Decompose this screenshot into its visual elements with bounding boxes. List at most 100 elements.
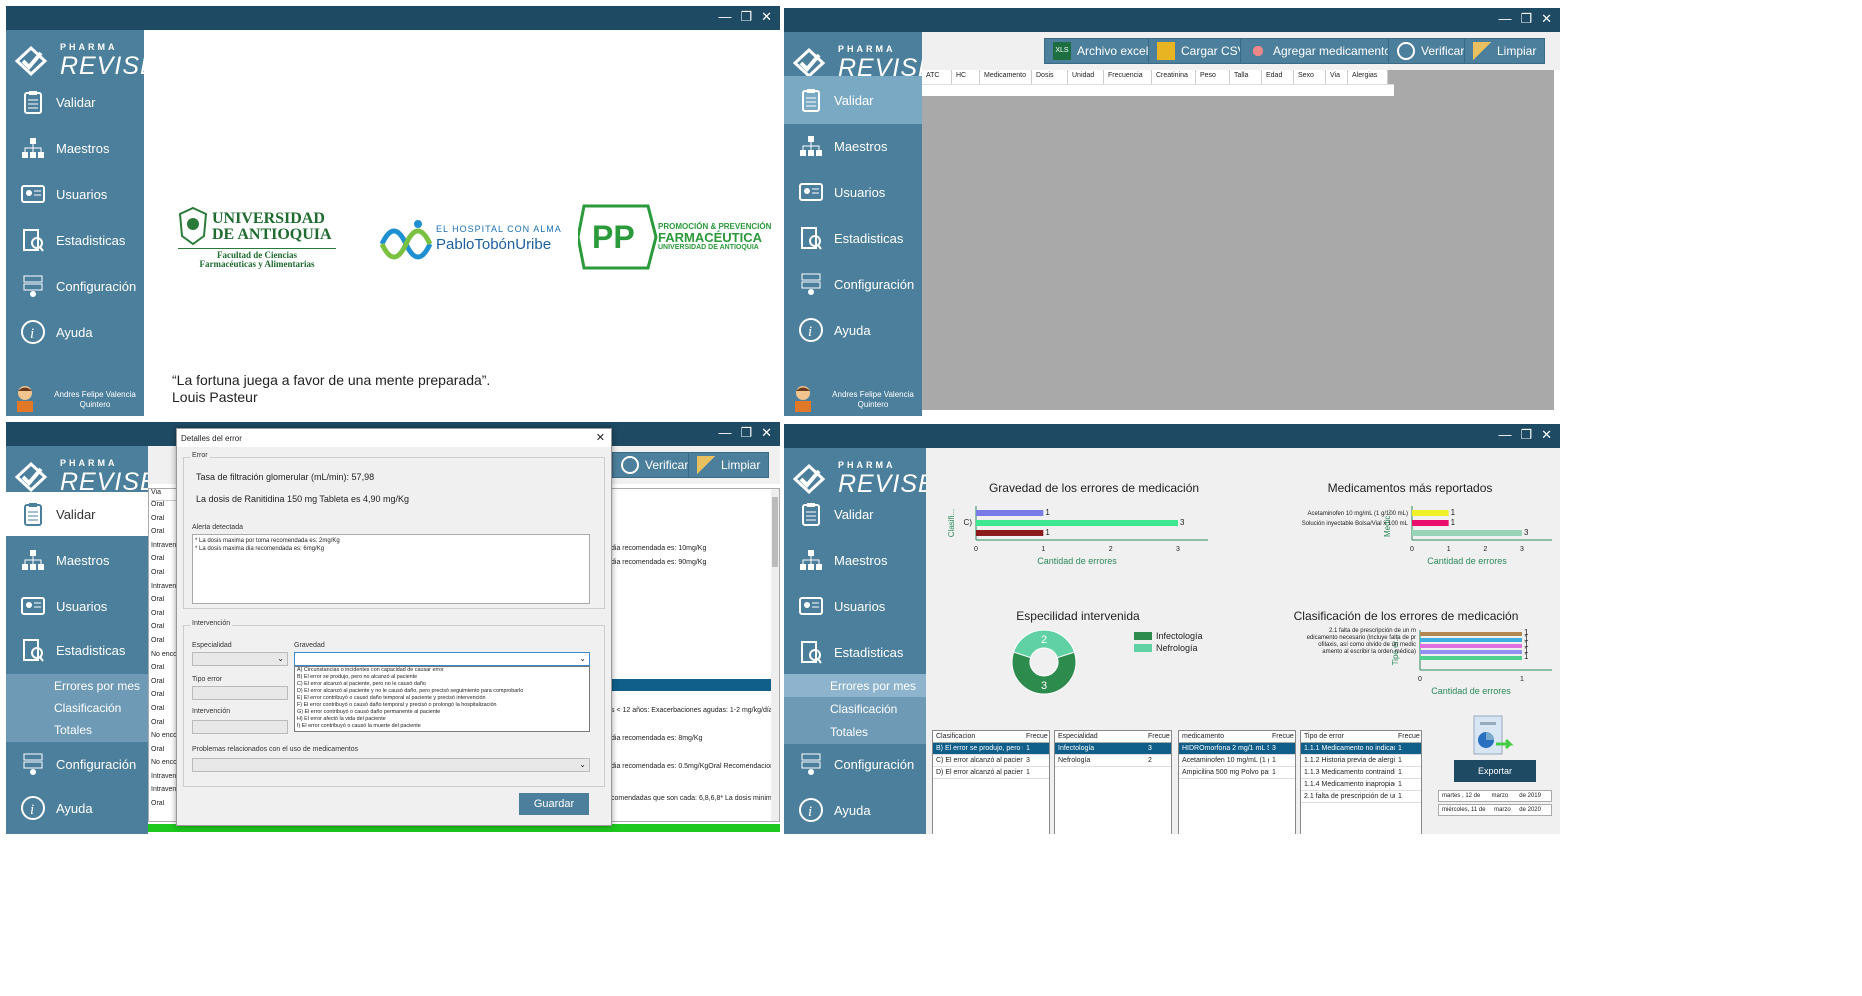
column-header[interactable]: Peso: [1196, 70, 1230, 84]
table-row[interactable]: D) El error alcanzó al paciente ...1: [933, 767, 1049, 779]
column-header[interactable]: ATC: [922, 70, 952, 84]
table-row[interactable]: Infectología 3: [1055, 743, 1171, 755]
severity-option[interactable]: C) El error alcanzó al paciente, pero no…: [297, 681, 589, 688]
date-to-picker[interactable]: miércoles, 11 de marzo de 2020: [1438, 804, 1552, 816]
table-row[interactable]: 1.1.4 Medicamento inapropiado...1: [1301, 779, 1421, 791]
stats-table[interactable]: Clasificacion Frecue B) El error se produj…: [932, 730, 1050, 834]
column-header[interactable]: Edad: [1262, 70, 1294, 84]
export-button[interactable]: Exportar: [1454, 760, 1536, 782]
minimize-icon[interactable]: —: [1498, 427, 1511, 443]
nav-validar[interactable]: Validar: [6, 492, 148, 536]
nav-maestros[interactable]: Maestros: [784, 538, 926, 582]
table-header[interactable]: Especialidad: [1055, 731, 1145, 742]
table-row[interactable]: 1.1.1 Medicamento no indicado...1: [1301, 743, 1421, 755]
alert-textarea[interactable]: * La dosis maxima por toma recomendada e…: [192, 534, 590, 604]
table-row[interactable]: C) El error alcanzó al paciente, ...3: [933, 755, 1049, 767]
nav-usuarios[interactable]: Usuarios: [784, 584, 926, 628]
column-header[interactable]: Dosis: [1032, 70, 1068, 84]
sub-errores-mes[interactable]: Errores por mes: [784, 674, 926, 698]
restore-icon[interactable]: ❐: [740, 425, 752, 441]
nav-configuracion[interactable]: Configuración: [784, 742, 926, 786]
column-header[interactable]: Medicamento: [980, 70, 1032, 84]
user-profile[interactable]: Andres Felipe Valencia Quintero: [784, 384, 922, 414]
stats-table[interactable]: Especialidad Frecue Infectología 3 Nefrologí…: [1054, 730, 1172, 834]
severity-option[interactable]: F) El error contribuyó o causó daño temp…: [297, 702, 589, 709]
table-row[interactable]: Acetaminofen 10 mg/mL (1 g/1...1: [1179, 755, 1295, 767]
stats-table[interactable]: Tipo de error Frecue 1.1.1 Medicamento no …: [1300, 730, 1422, 834]
table-row[interactable]: Ampicilina 500 mg Polvo para i...1: [1179, 767, 1295, 779]
nav-maestros[interactable]: Maestros: [6, 538, 148, 582]
nav-validar[interactable]: Validar: [784, 492, 926, 536]
close-icon[interactable]: ✕: [1541, 11, 1552, 27]
nav-ayuda[interactable]: i Ayuda: [6, 786, 148, 830]
minimize-icon[interactable]: —: [1498, 11, 1511, 27]
excel-button[interactable]: XLS Archivo excel: [1044, 38, 1158, 64]
column-header[interactable]: Via: [1326, 70, 1348, 84]
verify-button[interactable]: Verificar: [1388, 38, 1474, 64]
restore-icon[interactable]: ❐: [1520, 11, 1532, 27]
nav-estadisticas[interactable]: Estadisticas: [784, 216, 922, 260]
nav-configuracion[interactable]: Configuración: [6, 742, 148, 786]
severity-option[interactable]: H) El error afectó la vida del paciente: [297, 716, 589, 723]
sub-clasificacion[interactable]: Clasificación: [6, 696, 148, 720]
restore-icon[interactable]: ❐: [740, 9, 752, 25]
table-row[interactable]: B) El error se produjo, pero no ...1: [933, 743, 1049, 755]
severity-option[interactable]: A) Circunstancias o incidentes con capac…: [297, 667, 589, 674]
nav-usuarios[interactable]: Usuarios: [6, 584, 148, 628]
table-header[interactable]: medicamento: [1179, 731, 1269, 742]
severity-select[interactable]: ⌄: [294, 652, 590, 666]
stats-table[interactable]: medicamento Frecue HIDROmorfona 2 mg/1 mL …: [1178, 730, 1296, 834]
problems-select[interactable]: ⌄: [192, 758, 590, 772]
save-button[interactable]: Guardar: [519, 793, 589, 815]
severity-option[interactable]: E) El error contribuyó o causó daño temp…: [297, 695, 589, 702]
nav-maestros[interactable]: Maestros: [784, 124, 922, 168]
specialty-select[interactable]: ⌄: [192, 652, 288, 666]
close-icon[interactable]: ✕: [761, 9, 772, 25]
sub-errores-mes[interactable]: Errores por mes: [6, 674, 148, 698]
table-header[interactable]: Frecue: [1395, 731, 1421, 742]
error-type-field[interactable]: [192, 686, 288, 700]
column-header[interactable]: Creatinina: [1152, 70, 1196, 84]
severity-option[interactable]: G) El error contribuyó o causó daño perm…: [297, 709, 589, 716]
severity-option[interactable]: I) El error contribuyó o causó la muerte…: [297, 723, 589, 730]
severity-option[interactable]: B) El error se produjo, pero no alcanzó …: [297, 674, 589, 681]
column-header[interactable]: Sexo: [1294, 70, 1326, 84]
close-icon[interactable]: ✕: [1541, 427, 1552, 443]
nav-estadisticas[interactable]: Estadisticas: [784, 630, 926, 674]
close-icon[interactable]: ✕: [596, 431, 605, 444]
scrollbar[interactable]: [771, 489, 779, 821]
csv-button[interactable]: Cargar CSV: [1148, 38, 1255, 64]
nav-configuracion[interactable]: Configuración: [6, 264, 144, 308]
verify-button[interactable]: Verificar: [612, 452, 698, 478]
add-medication-button[interactable]: Agregar medicamento: [1240, 38, 1401, 64]
sub-totales[interactable]: Totales: [784, 720, 926, 744]
nav-usuarios[interactable]: Usuarios: [6, 172, 144, 216]
table-row[interactable]: 2.1 falta de prescripción de un ...1: [1301, 791, 1421, 803]
minimize-icon[interactable]: —: [718, 425, 731, 441]
nav-validar[interactable]: Validar: [784, 76, 922, 124]
nav-ayuda[interactable]: i Ayuda: [6, 310, 144, 354]
column-header[interactable]: Unidad: [1068, 70, 1104, 84]
column-header[interactable]: Frecuencia: [1104, 70, 1152, 84]
nav-ayuda[interactable]: i Ayuda: [784, 308, 922, 352]
nav-estadisticas[interactable]: Estadisticas: [6, 218, 144, 262]
table-header[interactable]: Frecue: [1023, 731, 1049, 742]
severity-dropdown-list[interactable]: A) Circunstancias o incidentes con capac…: [294, 666, 590, 732]
column-header[interactable]: Alergias: [1348, 70, 1388, 84]
nav-estadisticas[interactable]: Estadisticas: [6, 628, 148, 672]
table-header[interactable]: Frecue: [1145, 731, 1171, 742]
intervention-field[interactable]: [192, 720, 288, 734]
restore-icon[interactable]: ❐: [1520, 427, 1532, 443]
table-row[interactable]: 1.1.2 Historia previa de alergia ...1: [1301, 755, 1421, 767]
minimize-icon[interactable]: —: [718, 9, 731, 25]
date-from-picker[interactable]: martes , 12 de marzo de 2019: [1438, 790, 1552, 802]
close-icon[interactable]: ✕: [761, 425, 772, 441]
clear-button[interactable]: Limpiar: [1464, 38, 1546, 64]
table-header[interactable]: Frecue: [1269, 731, 1295, 742]
clear-button[interactable]: Limpiar: [688, 452, 770, 478]
table-row[interactable]: HIDROmorfona 2 mg/1 mL Sol...3: [1179, 743, 1295, 755]
user-profile[interactable]: Andres Felipe Valencia Quintero: [6, 384, 144, 414]
column-header[interactable]: Talla: [1230, 70, 1262, 84]
table-row[interactable]: 1.1.3 Medicamento contraindic...1: [1301, 767, 1421, 779]
medication-grid[interactable]: ATC HC Medicamento Dosis Unidad Frecuencia Cre…: [922, 70, 1554, 410]
